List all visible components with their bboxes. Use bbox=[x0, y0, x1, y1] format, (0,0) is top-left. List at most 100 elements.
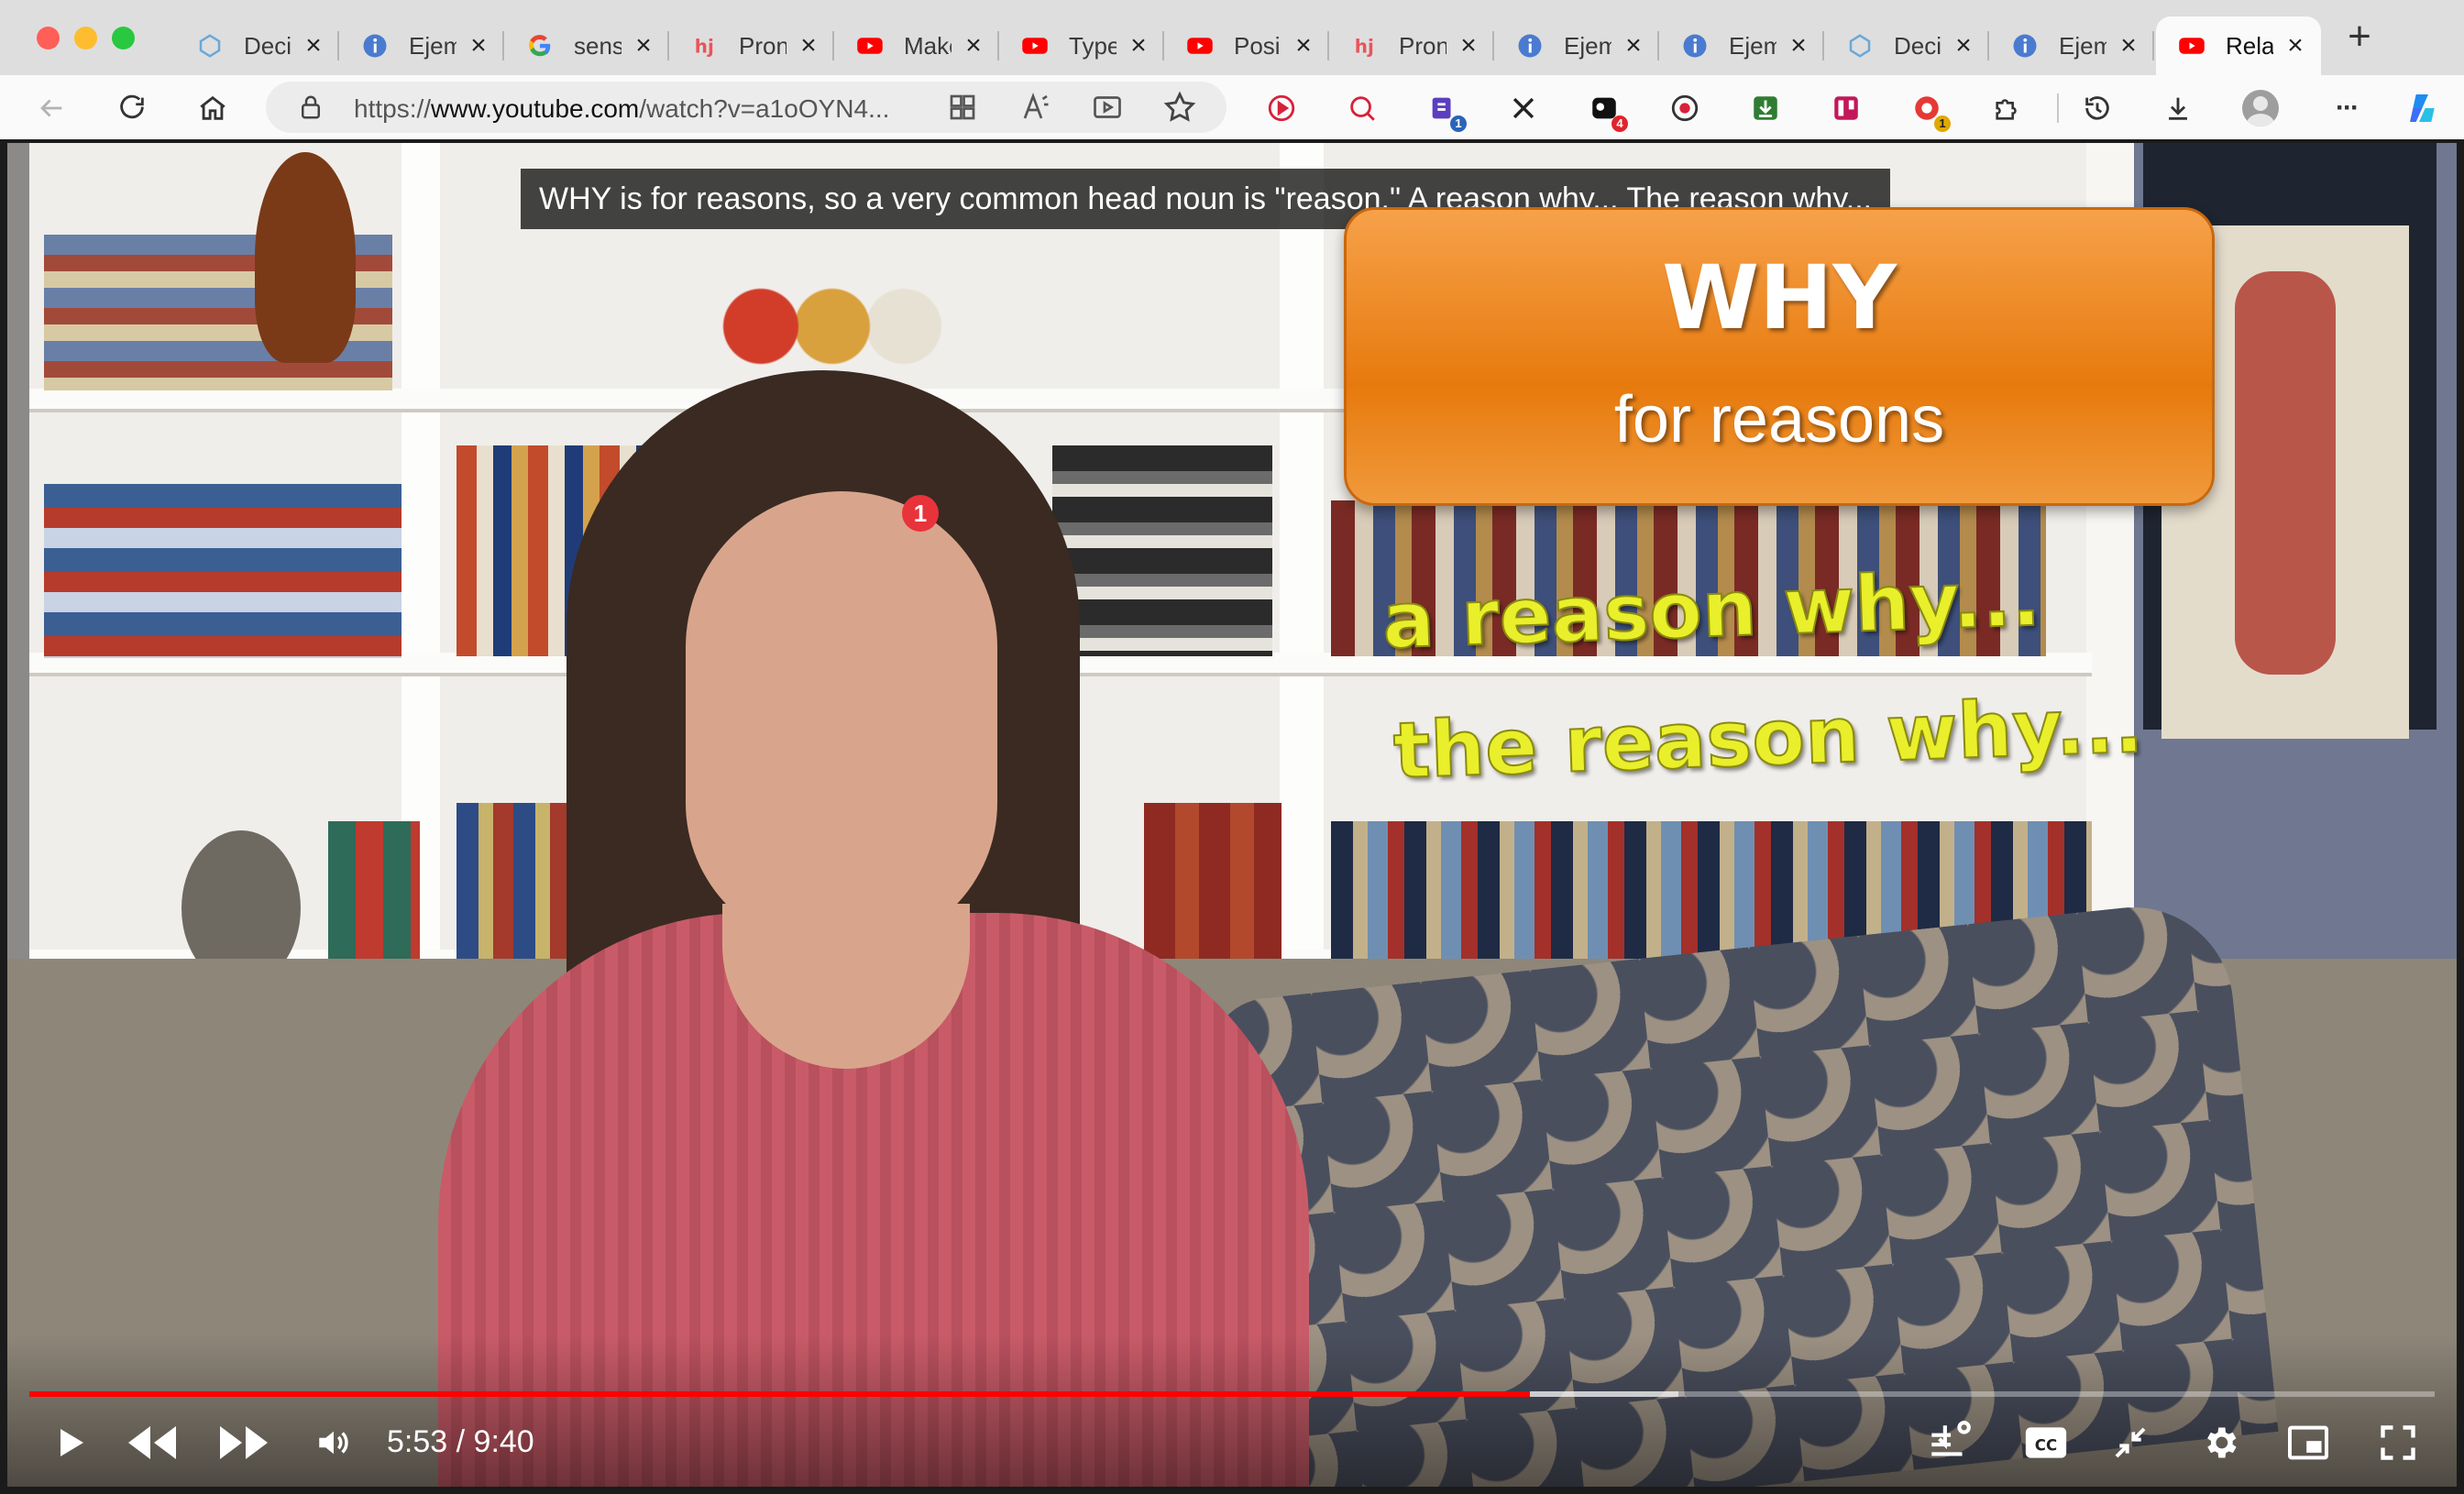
extension-notes-button[interactable]: 4 bbox=[1586, 90, 1628, 132]
volume-icon bbox=[319, 1431, 348, 1455]
extension-crossover-button[interactable] bbox=[1505, 90, 1542, 126]
extension-record-button[interactable]: 1 bbox=[1908, 90, 1951, 132]
title-card: WHY for reasons bbox=[1344, 207, 2215, 506]
extension-download-button[interactable] bbox=[1747, 90, 1784, 126]
close-tab-icon[interactable]: × bbox=[631, 32, 656, 60]
tab-9[interactable]: Ejem × bbox=[1659, 16, 1824, 75]
video-player[interactable]: WHY is for reasons, so a very common hea… bbox=[7, 143, 2457, 1487]
rewind-button[interactable] bbox=[125, 1415, 180, 1470]
tab-5[interactable]: Type × bbox=[999, 16, 1164, 75]
extension-recorder-button[interactable] bbox=[1666, 90, 1703, 126]
close-tab-icon[interactable]: × bbox=[1621, 32, 1646, 60]
tab-0[interactable]: Deci × bbox=[174, 16, 339, 75]
tab-title: Posi bbox=[1234, 31, 1281, 60]
subtitles-button[interactable]: CC bbox=[2018, 1415, 2074, 1470]
extension-badge: 1 bbox=[1450, 115, 1467, 132]
play-icon bbox=[60, 1429, 83, 1456]
played-bar bbox=[29, 1391, 1530, 1397]
autoplay-settings-button[interactable] bbox=[1921, 1415, 1976, 1470]
extension-video-button[interactable] bbox=[1263, 90, 1300, 126]
google-icon bbox=[526, 32, 554, 60]
tab-7[interactable]: hj Pron × bbox=[1329, 16, 1494, 75]
annotation-marker: 1 bbox=[902, 495, 939, 532]
info-icon bbox=[361, 32, 389, 60]
back-button[interactable] bbox=[33, 90, 70, 126]
tab-10[interactable]: Deci × bbox=[1824, 16, 1989, 75]
close-window-button[interactable] bbox=[37, 27, 60, 49]
fast-forward-button[interactable] bbox=[216, 1415, 271, 1470]
card-title: WHY bbox=[1662, 247, 1897, 349]
youtube-icon bbox=[2178, 32, 2206, 60]
extensions-button[interactable] bbox=[1989, 90, 2026, 126]
minimize-window-button[interactable] bbox=[74, 27, 97, 49]
reload-button[interactable] bbox=[114, 90, 150, 126]
gear-icon bbox=[2207, 1427, 2237, 1458]
downloads-button[interactable] bbox=[2160, 90, 2196, 126]
close-tab-icon[interactable]: × bbox=[301, 32, 326, 60]
tab-1[interactable]: Ejem × bbox=[339, 16, 504, 75]
history-button[interactable] bbox=[2079, 90, 2116, 126]
play-button[interactable] bbox=[42, 1415, 97, 1470]
address-bar[interactable]: https://www.youtube.com/watch?v=a1oOYN4.… bbox=[266, 82, 1226, 133]
home-button[interactable] bbox=[194, 90, 231, 126]
close-tab-icon[interactable]: × bbox=[961, 32, 986, 60]
tab-8[interactable]: Ejem × bbox=[1494, 16, 1659, 75]
tab-4[interactable]: Make × bbox=[834, 16, 999, 75]
tab-title: Rela bbox=[2226, 31, 2273, 60]
tab-6[interactable]: Posi × bbox=[1164, 16, 1329, 75]
close-tab-icon[interactable]: × bbox=[1951, 32, 1976, 60]
close-tab-icon[interactable]: × bbox=[1291, 32, 1316, 60]
extension-badge: 1 bbox=[1934, 115, 1951, 132]
info-icon bbox=[1681, 32, 1709, 60]
shrink-icon bbox=[2115, 1427, 2146, 1458]
tab-11[interactable]: Ejem × bbox=[1989, 16, 2154, 75]
settings-more-button[interactable]: ··· bbox=[2328, 90, 2365, 126]
avatar bbox=[2242, 90, 2279, 126]
close-tab-icon[interactable]: × bbox=[2116, 32, 2141, 60]
fullscreen-button[interactable] bbox=[2370, 1415, 2426, 1470]
close-tab-icon[interactable]: × bbox=[796, 32, 821, 60]
info-icon bbox=[1516, 32, 1544, 60]
close-tab-icon[interactable]: × bbox=[1786, 32, 1811, 60]
new-tab-button[interactable]: + bbox=[2339, 16, 2380, 59]
progress-bar[interactable] bbox=[29, 1391, 2435, 1397]
close-tab-icon[interactable]: × bbox=[466, 32, 491, 60]
tab-2[interactable]: sens × bbox=[504, 16, 669, 75]
youtube-icon bbox=[856, 32, 884, 60]
profile-button[interactable] bbox=[2242, 90, 2279, 126]
tab-12[interactable]: Rela × bbox=[2156, 16, 2321, 75]
tab-title: Pron bbox=[739, 31, 786, 60]
extension-search-button[interactable] bbox=[1344, 90, 1380, 126]
board-icon bbox=[1834, 96, 1858, 120]
extension-dictionary-button[interactable]: 1 bbox=[1424, 90, 1467, 132]
tab-3[interactable]: hj Pron × bbox=[669, 16, 834, 75]
copilot-button[interactable] bbox=[2405, 90, 2442, 126]
extension-board-button[interactable] bbox=[1828, 90, 1864, 126]
time-separator: / bbox=[447, 1424, 474, 1459]
miniplayer-button[interactable] bbox=[2281, 1415, 2336, 1470]
close-tab-icon[interactable]: × bbox=[1126, 32, 1151, 60]
rewind-icon bbox=[128, 1426, 176, 1459]
read-aloud-button[interactable] bbox=[1019, 91, 1052, 124]
youtube-icon bbox=[1186, 32, 1214, 60]
tab-title: Pron bbox=[1399, 31, 1446, 60]
exit-fullscreen-small-button[interactable] bbox=[2103, 1415, 2158, 1470]
tab-title: Ejem bbox=[1729, 31, 1776, 60]
zoom-window-button[interactable] bbox=[112, 27, 135, 49]
immersive-reader-button[interactable] bbox=[1091, 91, 1124, 124]
read-aloud-icon bbox=[1023, 93, 1049, 119]
download-icon bbox=[2169, 97, 2187, 120]
history-icon bbox=[2085, 96, 2109, 120]
browser-toolbar: https://www.youtube.com/watch?v=a1oOYN4.… bbox=[0, 75, 2464, 139]
copilot-icon bbox=[196, 32, 224, 60]
app-available-button[interactable] bbox=[946, 91, 979, 124]
copilot-icon bbox=[2410, 94, 2435, 122]
volume-button[interactable] bbox=[306, 1415, 361, 1470]
close-tab-icon[interactable]: × bbox=[2282, 32, 2308, 60]
close-tab-icon[interactable]: × bbox=[1456, 32, 1481, 60]
fast-forward-icon bbox=[220, 1426, 268, 1459]
url-domain: www.youtube.com bbox=[431, 94, 640, 123]
tab-title: Type bbox=[1069, 31, 1116, 60]
favorite-button[interactable] bbox=[1162, 90, 1197, 125]
settings-button[interactable] bbox=[2193, 1415, 2248, 1470]
